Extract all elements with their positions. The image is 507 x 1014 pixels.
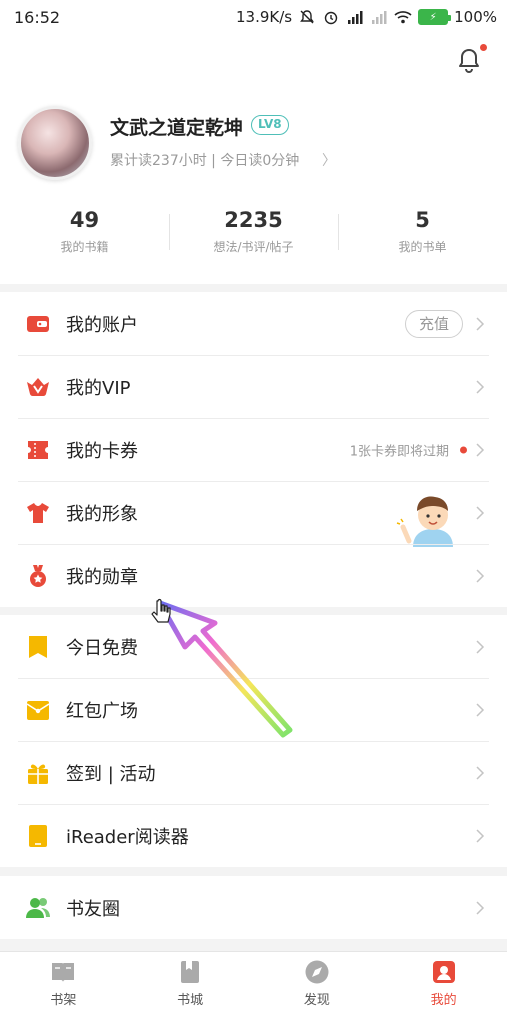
gift-icon bbox=[28, 764, 48, 784]
menu-item-avatar-image[interactable]: 我的形象 bbox=[0, 481, 507, 547]
vip-crown-icon bbox=[27, 377, 49, 396]
ereader-icon bbox=[29, 824, 47, 847]
username[interactable]: 文武之道定乾坤 bbox=[110, 113, 243, 140]
menu-item-ireader[interactable]: iReader阅读器 bbox=[0, 804, 507, 867]
chevron-right-icon bbox=[476, 828, 485, 843]
medal-icon bbox=[30, 564, 46, 587]
chevron-right-icon bbox=[476, 379, 485, 394]
status-time: 16:52 bbox=[14, 7, 61, 27]
menu-item-coupons[interactable]: 我的卡券 1张卡券即将过期 bbox=[0, 418, 507, 481]
chevron-right-icon bbox=[476, 568, 485, 583]
red-envelope-icon bbox=[26, 700, 50, 720]
chevron-right-icon bbox=[476, 316, 485, 331]
bottom-tab-bar: 书架 书城 发现 我的 bbox=[0, 951, 507, 1014]
level-badge: LV8 bbox=[251, 115, 289, 135]
count-label: 我的书籍 bbox=[60, 240, 109, 254]
menu-label: 我的勋章 bbox=[66, 566, 138, 588]
wifi-icon bbox=[394, 9, 412, 25]
compass-icon bbox=[305, 960, 329, 983]
reading-stats[interactable]: 累计读237小时 | 今日读0分钟 bbox=[110, 150, 299, 170]
battery-icon: ⚡ bbox=[418, 9, 452, 25]
menu-group-activities: 今日免费 红包广场 签到 | 活动 iReader阅读器 bbox=[0, 615, 507, 867]
count-value: 5 bbox=[415, 208, 430, 232]
menu-group-social: 书友圈 bbox=[0, 876, 507, 939]
tab-bookshelf[interactable]: 书架 bbox=[0, 952, 127, 1014]
ticket-icon bbox=[28, 440, 48, 459]
tab-label: 发现 bbox=[303, 992, 330, 1008]
status-icons: 13.9K/s ⚡ 100% bbox=[236, 8, 497, 26]
wallet-icon bbox=[27, 315, 49, 332]
notification-dot bbox=[480, 44, 487, 51]
coupon-expiry-note: 1张卡券即将过期 bbox=[349, 444, 449, 459]
count-posts[interactable]: 2235 想法/书评/帖子 bbox=[169, 204, 338, 264]
count-value: 49 bbox=[69, 208, 100, 232]
chevron-right-icon: 〉 bbox=[322, 153, 336, 169]
menu-label: 签到 | 活动 bbox=[66, 763, 156, 785]
count-label: 我的书单 bbox=[398, 240, 447, 254]
menu-item-account[interactable]: 我的账户 充值 bbox=[0, 292, 507, 355]
count-value: 2235 bbox=[224, 208, 283, 232]
me-icon bbox=[432, 960, 455, 983]
recharge-button[interactable]: 充值 bbox=[404, 309, 463, 338]
alarm-icon bbox=[322, 9, 340, 25]
menu-label: 红包广场 bbox=[66, 700, 138, 722]
shirt-icon bbox=[27, 502, 49, 523]
menu-label: 书友圈 bbox=[66, 898, 120, 920]
avatar[interactable] bbox=[18, 106, 92, 180]
menu-label: 我的账户 bbox=[66, 314, 138, 336]
tab-label: 书城 bbox=[177, 992, 204, 1008]
count-booklists[interactable]: 5 我的书单 bbox=[338, 204, 507, 264]
friends-icon bbox=[26, 897, 50, 918]
chevron-right-icon bbox=[476, 765, 485, 780]
battery-level: 100% bbox=[454, 8, 497, 26]
signal-icon bbox=[346, 9, 364, 25]
notification-dot bbox=[460, 446, 467, 453]
chevron-right-icon bbox=[476, 442, 485, 457]
menu-item-book-friends[interactable]: 书友圈 bbox=[0, 876, 507, 939]
tab-me[interactable]: 我的 bbox=[380, 952, 507, 1014]
chevron-right-icon bbox=[476, 900, 485, 915]
status-bar: 16:52 13.9K/s ⚡ 100% bbox=[0, 0, 507, 34]
network-speed: 13.9K/s bbox=[236, 8, 293, 26]
count-books[interactable]: 49 我的书籍 bbox=[0, 204, 169, 264]
signal-2-icon bbox=[370, 9, 388, 25]
menu-item-checkin[interactable]: 签到 | 活动 bbox=[0, 741, 507, 804]
menu-item-medals[interactable]: 我的勋章 bbox=[0, 544, 507, 607]
menu-item-free-today[interactable]: 今日免费 bbox=[0, 615, 507, 678]
menu-label: 我的VIP bbox=[66, 377, 131, 399]
mute-icon bbox=[298, 9, 316, 25]
bell-icon[interactable] bbox=[455, 46, 483, 74]
profile-counts: 49 我的书籍 2235 想法/书评/帖子 5 我的书单 bbox=[0, 204, 507, 264]
menu-label: 今日免费 bbox=[66, 637, 138, 659]
chevron-right-icon bbox=[476, 505, 485, 520]
menu-group-account: 我的账户 充值 我的VIP 我的卡券 1张卡券即将过期 我的形象 我的勋章 bbox=[0, 292, 507, 607]
cartoon-avatar-icon bbox=[396, 496, 453, 547]
tab-bookstore[interactable]: 书城 bbox=[127, 952, 254, 1014]
chevron-right-icon bbox=[476, 702, 485, 717]
tab-discover[interactable]: 发现 bbox=[254, 952, 381, 1014]
profile-card: 文武之道定乾坤 LV8 累计读237小时 | 今日读0分钟 〉 49 我的书籍 … bbox=[0, 34, 507, 284]
menu-item-vip[interactable]: 我的VIP bbox=[0, 355, 507, 418]
count-label: 想法/书评/帖子 bbox=[213, 240, 294, 254]
menu-label: iReader阅读器 bbox=[66, 826, 189, 848]
menu-item-red-envelope[interactable]: 红包广场 bbox=[0, 678, 507, 741]
chevron-right-icon bbox=[476, 639, 485, 654]
menu-label: 我的卡券 bbox=[66, 440, 138, 462]
tab-label: 书架 bbox=[50, 992, 77, 1008]
menu-label: 我的形象 bbox=[66, 503, 138, 525]
bookmark-icon bbox=[29, 635, 47, 658]
bookshelf-icon bbox=[52, 962, 75, 982]
tab-label: 我的 bbox=[430, 992, 457, 1008]
bookstore-icon bbox=[181, 960, 200, 983]
